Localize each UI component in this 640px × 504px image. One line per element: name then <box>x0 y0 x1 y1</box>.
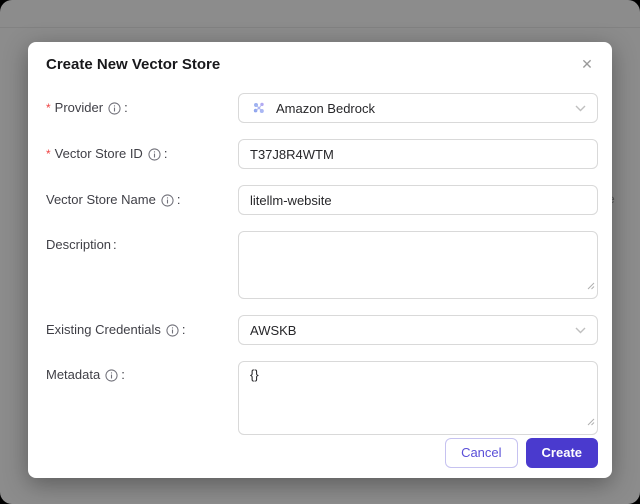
existing-credentials-label: Existing Credentials : <box>46 322 186 337</box>
modal-footer: Cancel Create <box>46 438 598 468</box>
dimmed-page-backdrop: ↑↓ se Create New Vector Store ✕ * Provid… <box>0 0 640 504</box>
chevron-down-icon <box>575 321 586 339</box>
background-header-divider <box>0 27 640 28</box>
form-row-vector-store-name: Vector Store Name : <box>46 185 598 215</box>
form-row-existing-credentials: Existing Credentials : AWSKB <box>46 315 598 345</box>
metadata-label: Metadata : <box>46 367 125 382</box>
existing-credentials-value: AWSKB <box>250 322 297 338</box>
info-icon <box>148 147 161 161</box>
info-icon <box>108 101 121 115</box>
modal-title: Create New Vector Store <box>46 56 221 73</box>
description-textarea[interactable] <box>238 231 598 299</box>
required-asterisk: * <box>46 101 51 115</box>
vector-store-name-label: Vector Store Name : <box>46 192 181 207</box>
chevron-down-icon <box>575 99 586 117</box>
create-button[interactable]: Create <box>525 438 598 468</box>
existing-credentials-select[interactable]: AWSKB <box>238 315 598 345</box>
form-row-metadata: Metadata : {} <box>46 361 598 435</box>
info-icon <box>105 368 118 382</box>
info-icon <box>166 323 179 337</box>
provider-label: * Provider : <box>46 100 128 115</box>
vector-store-id-input[interactable] <box>238 139 598 169</box>
cancel-button[interactable]: Cancel <box>445 438 518 468</box>
provider-value: Amazon Bedrock <box>276 100 375 116</box>
provider-select[interactable]: Amazon Bedrock <box>238 93 598 123</box>
amazon-bedrock-logo-icon <box>250 99 268 117</box>
metadata-textarea[interactable]: {} <box>238 361 598 435</box>
form-row-vector-store-id: * Vector Store ID : <box>46 139 598 169</box>
create-vector-store-modal: Create New Vector Store ✕ * Provider : A… <box>28 42 612 478</box>
info-icon <box>161 193 174 207</box>
required-asterisk: * <box>46 147 51 161</box>
close-icon[interactable]: ✕ <box>576 53 598 75</box>
description-label: Description : <box>46 237 117 252</box>
vector-store-name-input[interactable] <box>238 185 598 215</box>
vector-store-id-label: * Vector Store ID : <box>46 146 168 161</box>
form-row-provider: * Provider : Amazon Bedrock <box>46 93 598 123</box>
form-row-description: Description : <box>46 231 598 299</box>
vector-store-form: * Provider : Amazon Bedrock * Vector Sto… <box>46 93 598 468</box>
